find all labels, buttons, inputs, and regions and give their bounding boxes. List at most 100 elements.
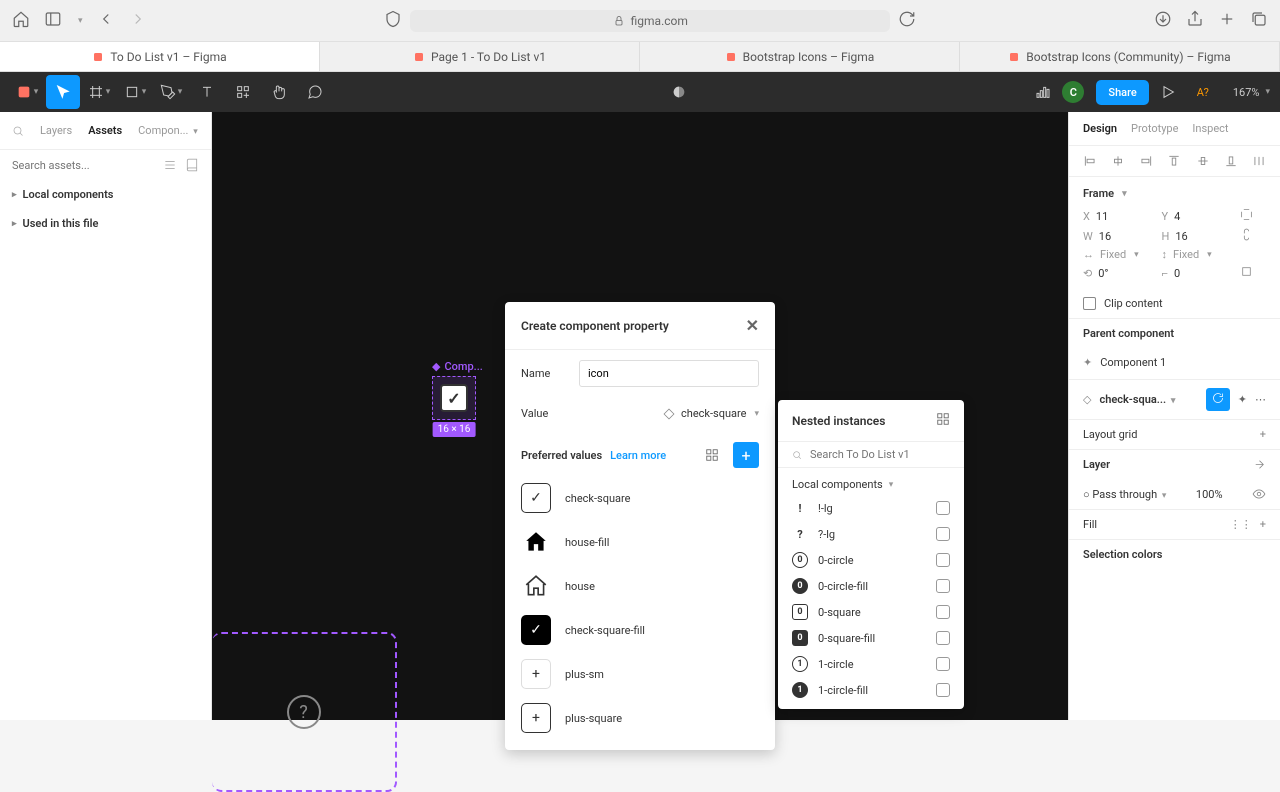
download-icon[interactable] (1154, 10, 1172, 32)
clip-content[interactable]: Clip content (1069, 289, 1280, 318)
color-mode-icon[interactable] (662, 75, 696, 109)
swap-instance-button[interactable] (1206, 388, 1230, 411)
view-settings[interactable]: A? (1197, 86, 1209, 99)
chevron-down-icon[interactable]: ▾ (78, 16, 83, 26)
list-item[interactable]: 00-square-fill (778, 625, 964, 651)
home-icon[interactable] (12, 10, 30, 32)
name-input[interactable] (579, 360, 759, 387)
shield-icon[interactable] (384, 10, 402, 32)
search-input[interactable] (12, 159, 155, 172)
new-tab-icon[interactable] (1218, 10, 1236, 32)
pref-item[interactable]: + plus-square (521, 696, 759, 740)
add-property-icon[interactable]: ✦ (1238, 393, 1247, 406)
tab-layers[interactable]: Layers (40, 124, 72, 137)
pref-item[interactable]: ✓ check-square-fill (521, 608, 759, 652)
corner-icon[interactable] (1240, 265, 1253, 278)
tab-design[interactable]: Design (1083, 122, 1117, 135)
pref-item[interactable]: house-fill (521, 520, 759, 564)
checkbox[interactable] (936, 605, 950, 619)
pref-item[interactable]: house (521, 564, 759, 608)
x-input[interactable]: 11 (1096, 210, 1108, 223)
tab-0[interactable]: To Do List v1 – Figma (0, 42, 320, 71)
nested-search-input[interactable] (810, 448, 950, 461)
h-resize[interactable]: ↔Fixed▾ (1083, 248, 1154, 261)
list-item[interactable]: 00-circle (778, 547, 964, 573)
share-button[interactable]: Share (1096, 80, 1148, 105)
menu-button[interactable]: ▾ (10, 75, 44, 109)
hand-tool[interactable] (262, 75, 296, 109)
avatar[interactable]: C (1062, 81, 1084, 103)
component-selection[interactable]: ✓ 16 × 16 (432, 376, 476, 420)
move-tool[interactable] (46, 75, 80, 109)
parent-component[interactable]: ✦ Component 1 (1069, 348, 1280, 380)
tab-1[interactable]: Page 1 - To Do List v1 (320, 42, 640, 71)
more-icon[interactable]: ⋯ (1255, 393, 1266, 406)
section-local-components[interactable]: ▸Local components (0, 180, 211, 209)
list-item[interactable]: 00-square (778, 599, 964, 625)
back-button[interactable] (97, 10, 115, 32)
w-input[interactable]: 16 (1099, 230, 1111, 243)
instance-name[interactable]: check-squa... ▾ (1099, 393, 1175, 406)
sidebar-toggle-icon[interactable] (44, 10, 62, 32)
pref-item[interactable]: ✓ check-square (521, 476, 759, 520)
canvas[interactable]: ◆ Comp... ✓ 16 × 16 ? Create component p… (212, 112, 1068, 720)
component-label[interactable]: ◆ Comp... (432, 360, 483, 373)
tab-prototype[interactable]: Prototype (1131, 122, 1178, 135)
v-resize[interactable]: ↕Fixed▾ (1162, 248, 1233, 261)
group-local-components[interactable]: Local components▾ (778, 468, 964, 495)
tab-3[interactable]: Bootstrap Icons (Community) – Figma (960, 42, 1280, 71)
comment-tool[interactable] (298, 75, 332, 109)
radius-input[interactable]: 0 (1174, 267, 1180, 280)
visibility-icon[interactable] (1252, 487, 1266, 501)
audio-icon[interactable] (1026, 75, 1060, 109)
tab-pages[interactable]: Compon... ▾ (138, 124, 198, 137)
blend-mode[interactable]: ○ Pass through ▾ (1083, 488, 1166, 501)
checkbox[interactable] (936, 527, 950, 541)
fill-section[interactable]: Fill⋮⋮+ (1069, 509, 1280, 539)
checkbox[interactable] (936, 553, 950, 567)
pen-tool[interactable]: ▾ (154, 75, 188, 109)
tabs-icon[interactable] (1250, 10, 1268, 32)
rotation-input[interactable]: 0° (1098, 267, 1108, 280)
pref-item[interactable]: + plus-sm (521, 652, 759, 696)
zoom-level[interactable]: 167%▾ (1233, 86, 1270, 99)
constraints-icon[interactable] (1240, 208, 1253, 221)
frame-section[interactable]: Frame▾ (1069, 177, 1280, 206)
checkbox[interactable] (936, 631, 950, 645)
layout-grid-section[interactable]: Layout grid+ (1069, 419, 1280, 449)
y-input[interactable]: 4 (1174, 210, 1180, 223)
shape-tool[interactable]: ▾ (118, 75, 152, 109)
tab-2[interactable]: Bootstrap Icons – Figma (640, 42, 960, 71)
reload-icon[interactable] (898, 10, 916, 32)
opacity-input[interactable]: 100% (1196, 488, 1223, 501)
checkbox[interactable] (936, 657, 950, 671)
list-item[interactable]: ??-lg (778, 521, 964, 547)
list-item[interactable]: 11-circle-fill (778, 677, 964, 703)
placeholder-frame[interactable]: ? (212, 632, 397, 792)
tab-assets[interactable]: Assets (88, 124, 122, 137)
lock-ratio-icon[interactable] (1240, 228, 1253, 241)
grid-view-button[interactable] (699, 442, 725, 468)
text-tool[interactable] (190, 75, 224, 109)
learn-more-link[interactable]: Learn more (610, 449, 666, 462)
present-button[interactable] (1151, 75, 1185, 109)
address-bar[interactable]: figma.com (410, 10, 890, 32)
align-controls[interactable] (1069, 146, 1280, 177)
section-used-in-file[interactable]: ▸Used in this file (0, 209, 211, 238)
resources-tool[interactable] (226, 75, 260, 109)
checkbox[interactable] (936, 579, 950, 593)
add-value-button[interactable]: + (733, 442, 759, 468)
list-item[interactable]: 11-circle (778, 651, 964, 677)
list-item[interactable]: !!-lg (778, 495, 964, 521)
close-icon[interactable]: ✕ (746, 316, 759, 335)
value-picker[interactable]: check-square ▾ (579, 407, 759, 420)
checkbox[interactable] (936, 501, 950, 515)
forward-button[interactable] (129, 10, 147, 32)
share-icon[interactable] (1186, 10, 1204, 32)
h-input[interactable]: 16 (1175, 230, 1187, 243)
checkbox[interactable] (936, 683, 950, 697)
tab-inspect[interactable]: Inspect (1192, 122, 1228, 135)
grid-icon[interactable] (936, 412, 950, 429)
library-icon[interactable] (185, 158, 199, 172)
list-item[interactable]: 00-circle-fill (778, 573, 964, 599)
